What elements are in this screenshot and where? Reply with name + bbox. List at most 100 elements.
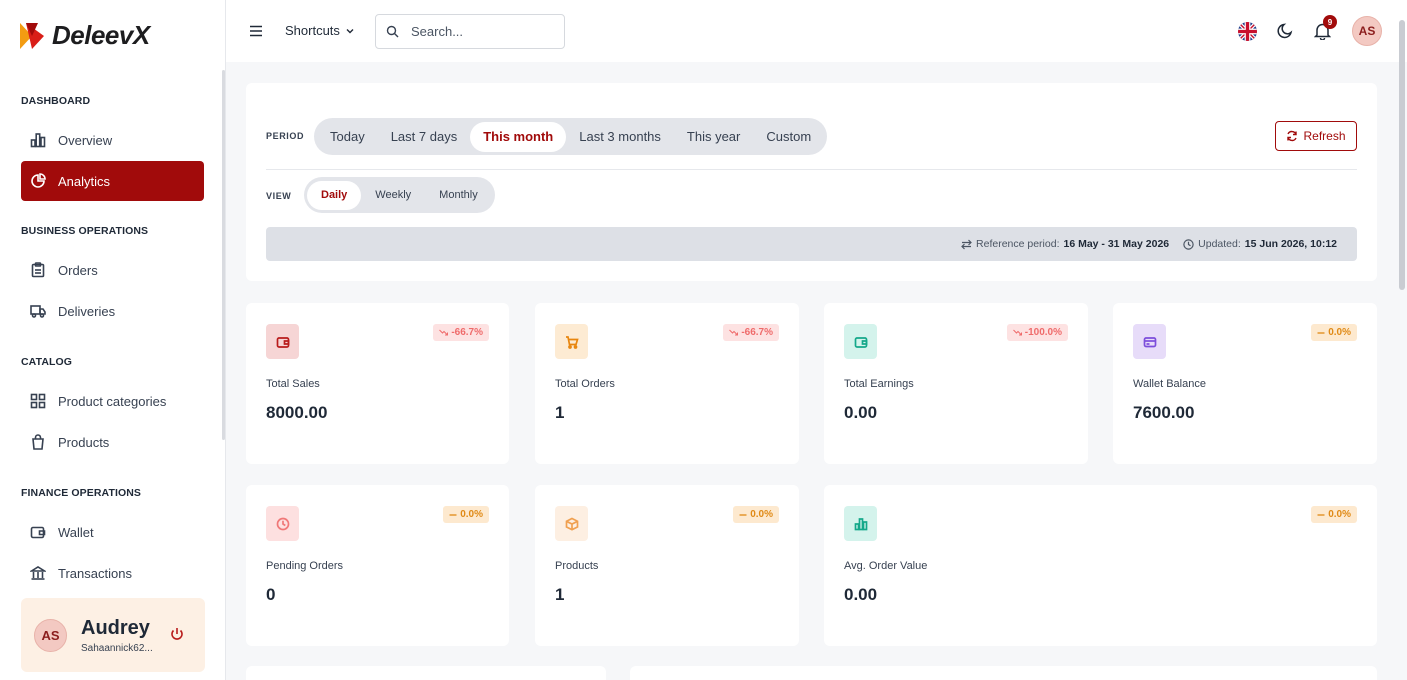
period-label: PERIOD	[266, 131, 305, 141]
wallet-icon	[276, 336, 289, 348]
updated-prefix: Updated:	[1198, 238, 1241, 250]
sidebar-item-label: Products	[58, 434, 110, 450]
stat-card: 0.0% Avg. Order Value 0.00	[824, 485, 1377, 646]
sidebar-item-wallet[interactable]: Wallet	[21, 512, 204, 552]
grid-icon	[30, 393, 46, 409]
stat-icon-container	[266, 324, 299, 359]
section-title-business: BUSINESS OPERATIONS	[21, 225, 149, 237]
stat-icon-container	[844, 324, 877, 359]
user-email: Sahaannick62...	[81, 642, 153, 654]
sidebar-item-overview[interactable]: Overview	[21, 120, 204, 160]
period-selector: Today Last 7 days This month Last 3 mont…	[314, 118, 828, 155]
stat-card: 0.0% Products 1	[535, 485, 799, 646]
reference-prefix: Reference period:	[976, 238, 1060, 250]
change-value: -66.7%	[451, 327, 483, 338]
view-option-weekly[interactable]: Weekly	[361, 181, 425, 210]
refresh-button[interactable]: Refresh	[1275, 121, 1357, 151]
reference-period: Reference period: 16 May - 31 May 2026	[961, 238, 1169, 250]
uk-flag-icon[interactable]	[1238, 22, 1257, 41]
change-badge: -100.0%	[1006, 324, 1068, 341]
stat-card: 0.0% Wallet Balance 7600.00	[1113, 303, 1377, 464]
refresh-label: Refresh	[1303, 129, 1346, 143]
power-icon[interactable]	[169, 626, 185, 642]
period-option-this-year[interactable]: This year	[674, 122, 753, 152]
user-card[interactable]: AS Audrey Sahaannick62...	[21, 598, 205, 672]
section-title-dashboard: DASHBOARD	[21, 95, 91, 107]
stat-card: -100.0% Total Earnings 0.00	[824, 303, 1088, 464]
page-scrollbar[interactable]	[1399, 20, 1405, 290]
user-name: Audrey	[81, 616, 150, 639]
sidebar-item-label: Orders	[58, 262, 98, 278]
stat-card: -66.7% Total Orders 1	[535, 303, 799, 464]
stat-name: Pending Orders	[266, 560, 344, 572]
updated-value: 15 Jun 2026, 10:12	[1244, 238, 1337, 250]
search-box[interactable]	[375, 14, 565, 49]
change-value: 0.0%	[750, 509, 773, 520]
stat-icon-container	[555, 506, 588, 541]
trend-flat-icon	[1317, 331, 1325, 334]
user-avatar: AS	[34, 618, 67, 652]
top-bar: Shortcuts	[226, 0, 1407, 62]
stat-icon-container	[266, 506, 299, 541]
box-icon	[565, 517, 578, 531]
trend-flat-icon	[739, 513, 747, 516]
sidebar-item-label: Transactions	[58, 565, 132, 581]
period-option-custom[interactable]: Custom	[753, 122, 824, 152]
change-value: 0.0%	[460, 509, 483, 520]
sidebar-item-deliveries[interactable]: Deliveries	[21, 291, 204, 331]
brand-logo[interactable]: DeleevX	[18, 20, 150, 51]
sidebar-item-transactions[interactable]: Transactions	[21, 553, 204, 590]
period-option-last-7-days[interactable]: Last 7 days	[378, 122, 471, 152]
sidebar-item-analytics[interactable]: Analytics	[21, 161, 204, 201]
wallet-icon	[854, 336, 867, 348]
sidebar-item-product-categories[interactable]: Product categories	[21, 381, 204, 421]
view-selector: Daily Weekly Monthly	[304, 177, 495, 213]
stat-name: Avg. Order Value	[844, 560, 928, 572]
stat-name: Products	[555, 560, 599, 572]
shortcuts-label: Shortcuts	[285, 23, 340, 38]
refresh-icon	[1287, 130, 1298, 142]
stat-card: 0.0% Pending Orders 0	[246, 485, 509, 646]
change-badge: -66.7%	[723, 324, 779, 341]
change-value: -100.0%	[1024, 327, 1062, 338]
bank-icon	[30, 565, 46, 581]
change-badge: 0.0%	[1311, 506, 1357, 523]
notification-count-badge: 9	[1323, 15, 1337, 29]
clock-icon	[276, 517, 289, 530]
period-option-this-month[interactable]: This month	[470, 121, 567, 152]
bar-chart-icon	[30, 132, 46, 148]
view-option-monthly[interactable]: Monthly	[425, 181, 492, 210]
chevron-down-icon	[346, 28, 354, 33]
change-badge: -66.7%	[433, 324, 489, 341]
cart-icon	[565, 335, 579, 349]
reference-value: 16 May - 31 May 2026	[1063, 238, 1170, 250]
stat-value: 0.00	[844, 585, 878, 604]
stat-value: 7600.00	[1133, 403, 1195, 422]
section-title-catalog: CATALOG	[21, 356, 73, 368]
stat-value: 8000.00	[266, 403, 328, 422]
chart-card-left	[246, 666, 606, 680]
trend-down-icon	[1012, 329, 1022, 336]
trend-down-icon	[439, 329, 449, 336]
stat-value: 0.00	[844, 403, 878, 422]
sidebar-item-products[interactable]: Products	[21, 422, 204, 462]
sidebar-item-orders[interactable]: Orders	[21, 250, 204, 290]
sidebar-scrollbar[interactable]	[222, 70, 225, 440]
swap-icon	[961, 239, 972, 249]
view-option-daily[interactable]: Daily	[307, 180, 362, 210]
pie-chart-icon	[30, 173, 46, 189]
moon-icon[interactable]	[1277, 22, 1294, 39]
stat-name: Wallet Balance	[1133, 378, 1206, 390]
stat-name: Total Orders	[555, 378, 615, 390]
stat-icon-container	[555, 324, 588, 359]
period-option-today[interactable]: Today	[317, 122, 378, 152]
search-icon	[386, 25, 399, 38]
period-option-last-3-months[interactable]: Last 3 months	[566, 122, 674, 152]
menu-icon[interactable]	[249, 24, 263, 38]
reference-info-bar: Reference period: 16 May - 31 May 2026 U…	[266, 227, 1357, 261]
user-avatar-button[interactable]: AS	[1352, 16, 1382, 46]
search-input[interactable]	[411, 24, 541, 39]
shortcuts-dropdown[interactable]: Shortcuts	[285, 23, 355, 38]
chart-card-right	[630, 666, 1377, 680]
filter-divider	[266, 169, 1357, 170]
